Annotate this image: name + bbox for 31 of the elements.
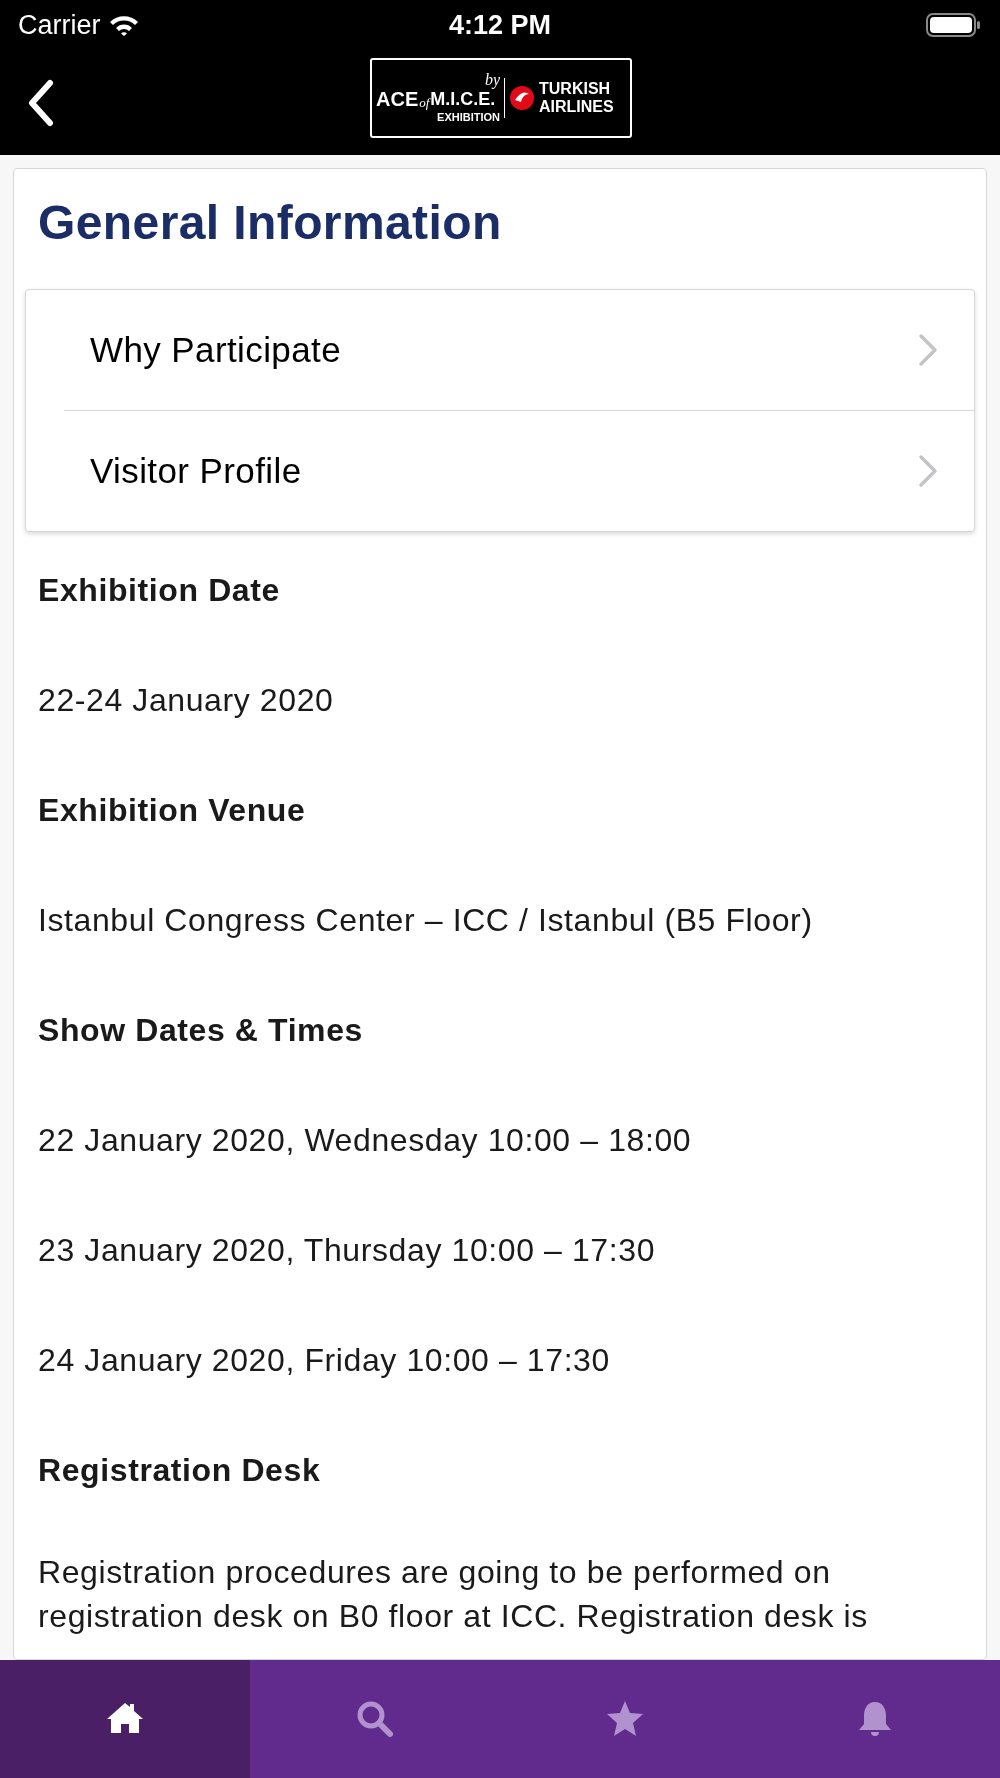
section-heading: Registration Desk	[38, 1451, 322, 1490]
logo-text: EXHIBITION	[437, 110, 500, 124]
info-text: Istanbul Congress Center – ICC / Istanbul (B5 Floor)	[38, 901, 814, 940]
menu-item[interactable]: Visitor Profile	[26, 411, 974, 531]
logo-text: of	[419, 96, 430, 110]
star-icon	[605, 1699, 645, 1739]
wifi-icon	[108, 14, 139, 36]
logo-text: TURKISH	[539, 80, 612, 98]
logo-text: M.I.C.E.	[430, 89, 496, 109]
chevron-icon	[918, 454, 938, 488]
section-heading: Show Dates & Times	[38, 1011, 364, 1050]
logo-text: by	[484, 72, 500, 88]
logo-text: AIRLINES	[539, 98, 614, 116]
info-text: 22 January 2020, Wednesday 10:00 – 18:00	[38, 1121, 693, 1160]
clock-label: 4:12 PM	[449, 8, 551, 42]
carrier-label: Carrier	[18, 8, 101, 42]
menu-item[interactable]: Why Participate	[26, 290, 974, 410]
logo-text: ACE	[376, 88, 419, 110]
info-text: 23 January 2020, Thursday 10:00 – 17:30	[38, 1231, 657, 1270]
info-text: 22-24 January 2020	[38, 681, 335, 720]
info-paragraph: Registration procedures are going to be performed on registration desk on B0 floor at ICC. Registration desk is	[38, 1553, 869, 1636]
tab-button[interactable]	[0, 1660, 250, 1778]
battery-icon	[926, 13, 982, 37]
back-icon	[26, 78, 54, 127]
page-title: General Information	[37, 195, 503, 251]
chevron-icon	[918, 333, 938, 367]
search-icon	[355, 1699, 395, 1739]
info-text: 24 January 2020, Friday 10:00 – 17:30	[38, 1341, 611, 1380]
section-heading: Exhibition Venue	[38, 791, 307, 830]
section-heading: Exhibition Date	[38, 571, 281, 610]
bird-logo-icon	[509, 85, 535, 111]
